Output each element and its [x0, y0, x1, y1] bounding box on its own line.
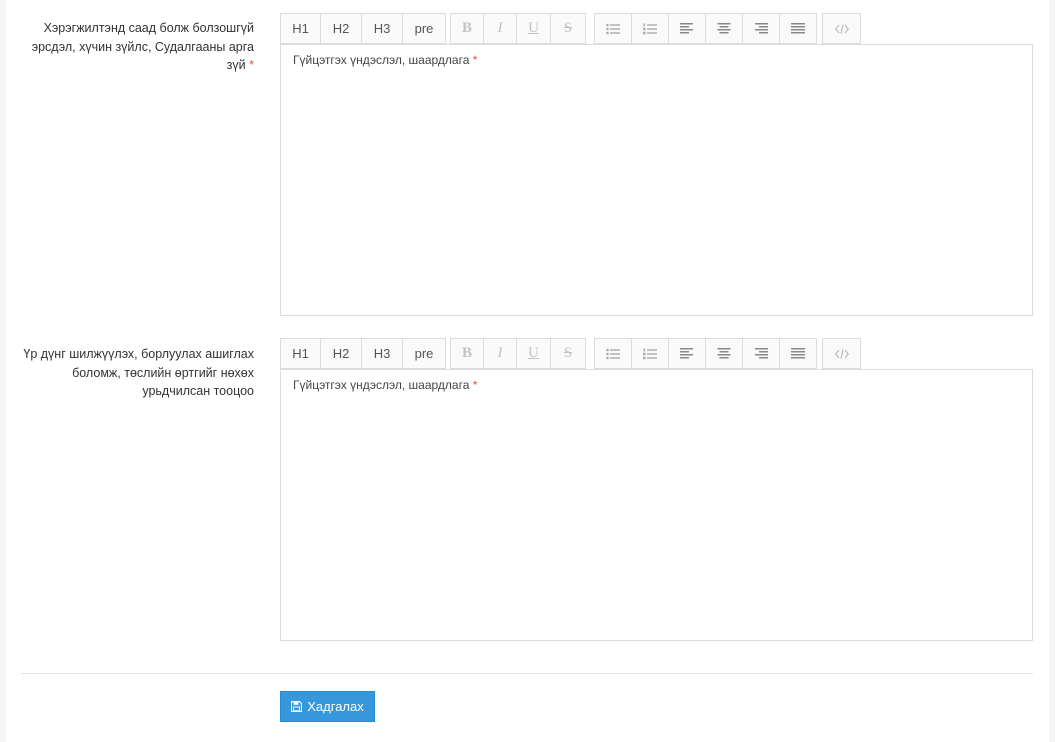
code-view-button[interactable] — [822, 338, 861, 369]
underline-icon: U — [528, 20, 539, 36]
align-justify-icon — [791, 348, 805, 359]
align-left-icon — [680, 23, 693, 34]
underline-icon: U — [528, 345, 539, 361]
unordered-list-icon — [606, 348, 620, 359]
align-left-button[interactable] — [668, 338, 706, 369]
align-right-button[interactable] — [742, 13, 780, 44]
italic-button[interactable]: I — [483, 13, 517, 44]
h3-button[interactable]: H3 — [361, 338, 403, 369]
align-right-icon — [755, 23, 768, 34]
label-line: эрсдэл, хүчин зүйлс, Судалгааны арга — [31, 39, 254, 54]
bold-icon: B — [461, 20, 472, 36]
align-center-button[interactable] — [705, 338, 743, 369]
h2-button[interactable]: H2 — [320, 338, 362, 369]
rich-text-editor-risks[interactable]: Гүйцэтгэх үндэслэл, шаардлага * — [280, 44, 1033, 316]
italic-icon: I — [497, 345, 503, 361]
ordered-list-icon — [643, 23, 657, 34]
align-justify-button[interactable] — [779, 13, 817, 44]
strikethrough-icon: S — [563, 345, 573, 361]
pre-button[interactable]: pre — [402, 13, 446, 44]
unordered-list-button[interactable] — [594, 13, 632, 44]
rich-text-editor-results[interactable]: Гүйцэтгэх үндэслэл, шаардлага * — [280, 369, 1033, 641]
bold-button[interactable]: B — [450, 13, 484, 44]
unordered-list-icon — [606, 23, 620, 34]
underline-button[interactable]: U — [516, 338, 551, 369]
label-line: боломж, төслийн өртгийг нөхөх — [72, 365, 254, 380]
pre-button[interactable]: pre — [402, 338, 446, 369]
label-line: урьдчилсан тооцоо — [142, 384, 254, 398]
required-marker: * — [249, 58, 254, 72]
align-center-icon — [717, 23, 731, 34]
align-justify-button[interactable] — [779, 338, 817, 369]
editor-placeholder: Гүйцэтгэх үндэслэл, шаардлага * — [293, 53, 478, 67]
strikethrough-button[interactable]: S — [550, 338, 586, 369]
align-right-icon — [755, 348, 768, 359]
bold-button[interactable]: B — [450, 338, 484, 369]
align-justify-icon — [791, 23, 805, 34]
code-icon — [834, 348, 849, 359]
field-label-risks: Хэрэгжилтэнд саад болж болзошгүй эрсдэл,… — [18, 19, 254, 75]
h2-button[interactable]: H2 — [320, 13, 362, 44]
label-line: зүй — [226, 58, 246, 72]
save-button-label: Хадгалах — [307, 699, 364, 714]
field-label-results: Үр дүнг шилжүүлэх, борлуулах ашиглах бол… — [18, 345, 254, 401]
save-button[interactable]: Хадгалах — [280, 691, 375, 722]
editor-placeholder: Гүйцэтгэх үндэслэл, шаардлага * — [293, 378, 478, 392]
h1-button[interactable]: H1 — [280, 338, 321, 369]
label-line: Хэрэгжилтэнд саад болж болзошгүй — [43, 21, 254, 35]
label-line: Үр дүнг шилжүүлэх, борлуулах ашиглах — [23, 347, 254, 361]
form-divider — [21, 673, 1033, 674]
italic-button[interactable]: I — [483, 338, 517, 369]
bold-icon: B — [461, 345, 472, 361]
h1-button[interactable]: H1 — [280, 13, 321, 44]
code-view-button[interactable] — [822, 13, 861, 44]
unordered-list-button[interactable] — [594, 338, 632, 369]
code-icon — [834, 23, 849, 34]
align-right-button[interactable] — [742, 338, 780, 369]
floppy-disk-icon — [291, 701, 303, 712]
align-center-button[interactable] — [705, 13, 743, 44]
align-left-button[interactable] — [668, 13, 706, 44]
align-center-icon — [717, 348, 731, 359]
align-left-icon — [680, 348, 693, 359]
italic-icon: I — [497, 20, 503, 36]
ordered-list-button[interactable] — [631, 13, 669, 44]
underline-button[interactable]: U — [516, 13, 551, 44]
ordered-list-button[interactable] — [631, 338, 669, 369]
strikethrough-button[interactable]: S — [550, 13, 586, 44]
ordered-list-icon — [643, 348, 657, 359]
strikethrough-icon: S — [563, 20, 573, 36]
h3-button[interactable]: H3 — [361, 13, 403, 44]
form-page: Хэрэгжилтэнд саад болж болзошгүй эрсдэл,… — [6, 0, 1049, 742]
